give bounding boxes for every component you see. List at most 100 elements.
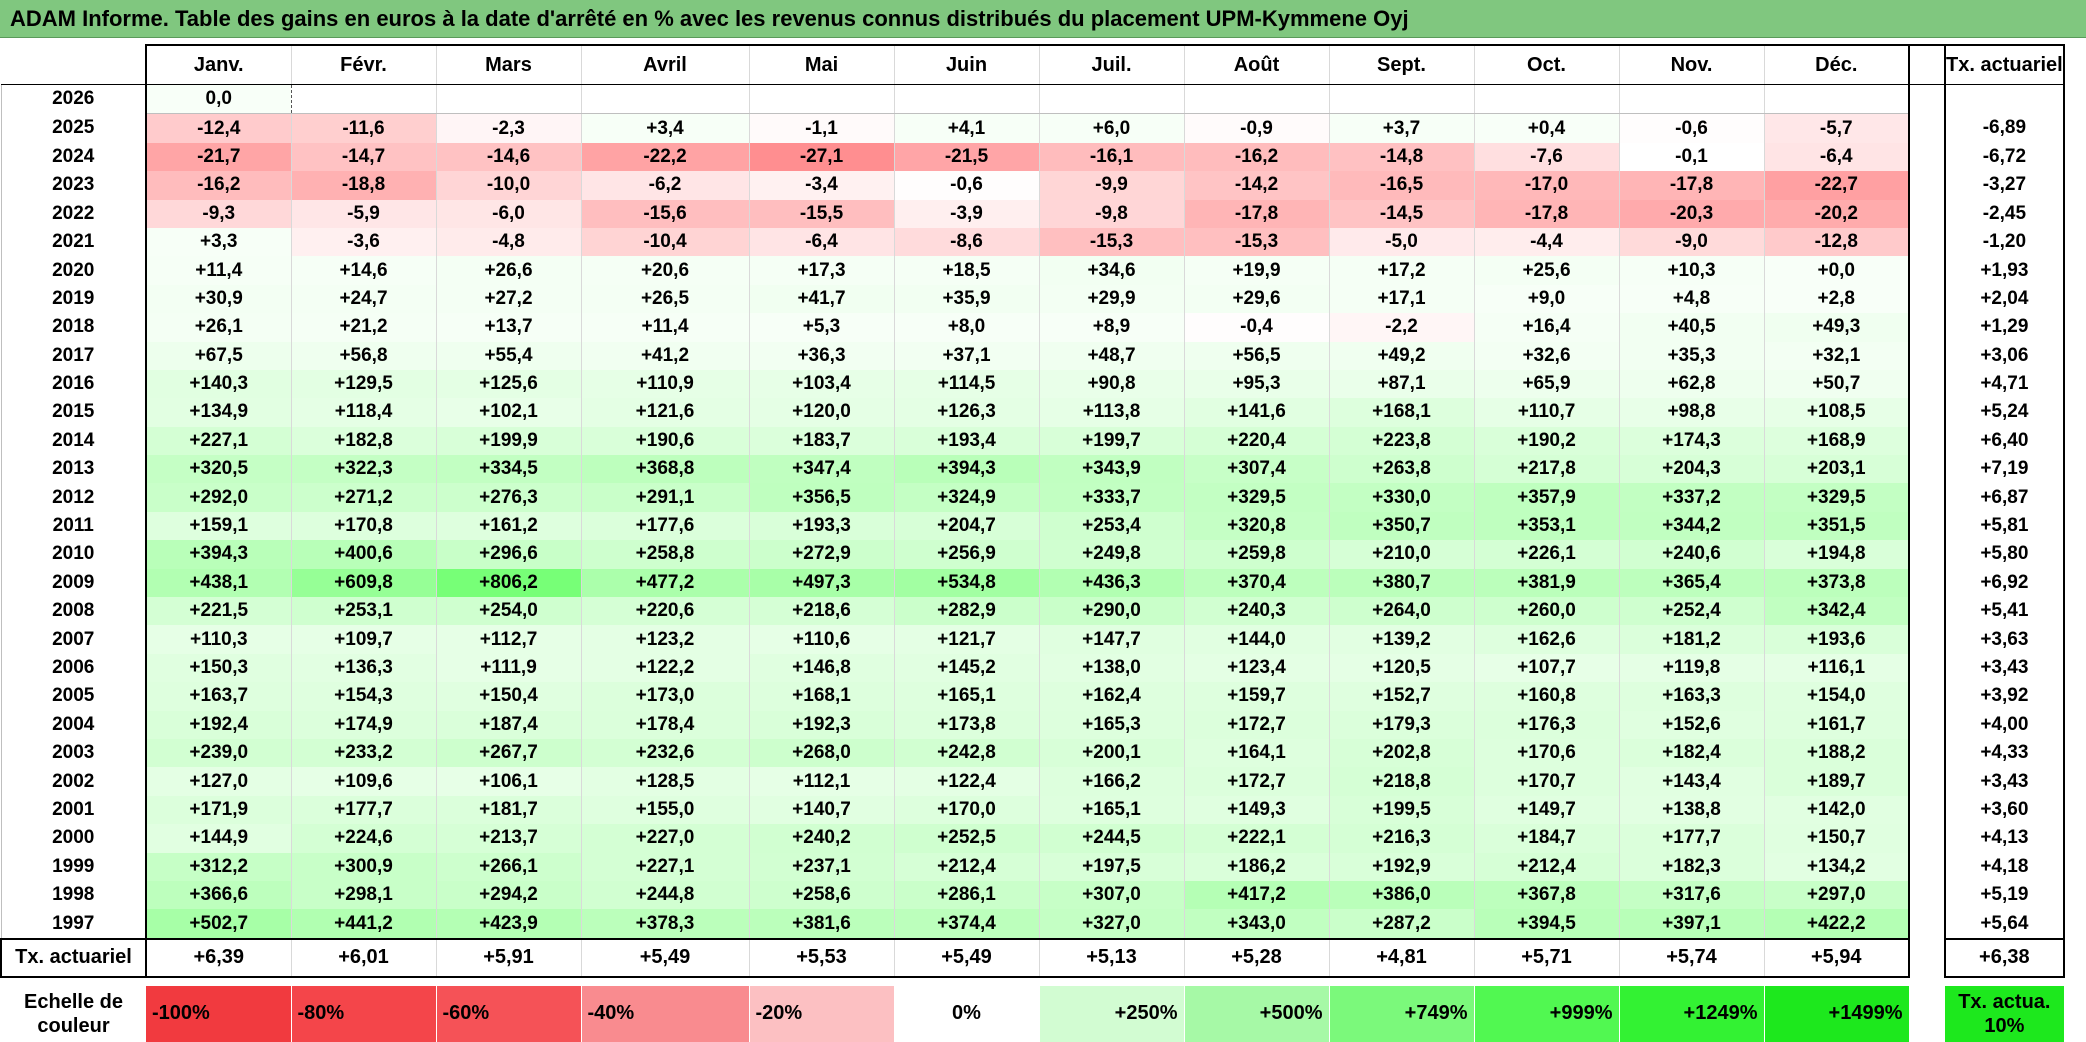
gain-cell: +49,3 (1764, 313, 1910, 342)
year-label: 2015 (0, 398, 147, 427)
gain-cell: +178,4 (581, 710, 750, 739)
tx-month-value: +5,28 (1184, 937, 1330, 978)
gain-cell: +17,2 (1329, 256, 1475, 285)
gain-cell: +222,1 (1184, 824, 1330, 853)
gain-cell: +41,7 (749, 284, 895, 314)
gain-cell: +317,6 (1619, 880, 1765, 910)
year-row: 2013 +320,5 +322,3 +334,5 +368,8 +347,4 +394,3… (0, 455, 2065, 484)
gain-cell: +161,2 (436, 511, 582, 541)
gain-cell: +36,3 (749, 341, 895, 370)
gain-cell: +165,1 (894, 682, 1040, 711)
year-row: 2010 +394,3 +400,6 +296,6 +258,8 +272,9 +256,9… (0, 540, 2065, 569)
gain-cell: +294,2 (436, 880, 582, 910)
gain-cell (1619, 83, 1765, 115)
gap-cell (1909, 398, 1945, 427)
gain-cell: +113,8 (1039, 398, 1185, 427)
gain-cell: +256,9 (894, 540, 1040, 569)
gain-cell: +221,5 (146, 597, 292, 626)
tx-value: +3,43 (1944, 653, 2065, 683)
gain-cell: +122,2 (581, 653, 750, 683)
gain-cell: +350,7 (1329, 511, 1475, 541)
gap-cell (1909, 455, 1945, 484)
year-label: 2026 (0, 84, 147, 114)
gain-cell: +242,8 (894, 738, 1040, 768)
gain-cell: -0,9 (1184, 113, 1330, 143)
gain-cell: +203,1 (1764, 455, 1910, 484)
tx-total-value: +6,38 (1944, 937, 2065, 978)
year-row: 2008 +221,5 +253,1 +254,0 +220,6 +218,6 +282,9… (0, 597, 2065, 626)
year-row: 2011 +159,1 +170,8 +161,2 +177,6 +193,3 +204,7… (0, 511, 2065, 541)
gain-cell: -14,5 (1329, 199, 1475, 228)
gain-cell: +266,1 (436, 852, 582, 881)
gap-cell (1909, 511, 1945, 541)
gain-cell: +422,2 (1764, 909, 1910, 939)
scale-swatch: -60% (436, 985, 582, 1042)
gain-cell: -16,5 (1329, 171, 1475, 200)
year-row: 2021 +3,3 -3,6 -4,8 -10,4 -6,4 -8,6 -15,3 -15,3-… (0, 227, 2065, 257)
gain-cell: -10,4 (581, 227, 750, 257)
gain-cell: -0,6 (894, 171, 1040, 200)
gain-cell: +177,7 (291, 795, 437, 825)
tx-month-value: +5,49 (581, 937, 750, 978)
gain-cell: +168,1 (1329, 398, 1475, 427)
gain-cell: +320,8 (1184, 511, 1330, 541)
gain-cell: +139,2 (1329, 625, 1475, 654)
gain-cell: -3,9 (894, 199, 1040, 228)
gain-cell: +357,9 (1474, 483, 1620, 512)
gain-cell: +344,2 (1619, 511, 1765, 541)
gain-cell: -6,0 (436, 199, 582, 228)
tx-value: +3,06 (1944, 341, 2065, 370)
gap-cell (1909, 568, 1945, 598)
gain-cell: +17,3 (749, 256, 895, 285)
gain-cell: +181,7 (436, 795, 582, 825)
gain-cell: +3,7 (1329, 113, 1475, 143)
gain-cell: +111,9 (436, 653, 582, 683)
gain-cell: -15,3 (1184, 227, 1330, 257)
year-label: 2021 (0, 227, 147, 257)
gain-cell: +109,6 (291, 767, 437, 796)
gain-cell: -3,6 (291, 227, 437, 257)
gain-cell: +342,4 (1764, 597, 1910, 626)
gain-cell: +26,6 (436, 256, 582, 285)
gain-cell: +258,8 (581, 540, 750, 569)
gain-cell (581, 83, 750, 115)
year-label: 2024 (0, 142, 147, 172)
gain-cell: +112,7 (436, 625, 582, 654)
gap-cell (1909, 653, 1945, 683)
gain-cell: +264,0 (1329, 597, 1475, 626)
gain-cell: +163,7 (146, 682, 292, 711)
gain-cell: +143,4 (1619, 767, 1765, 796)
year-row: 1997 +502,7 +441,2 +423,9 +378,3 +381,6 +374,4… (0, 909, 2065, 939)
tx-month-value: +5,91 (436, 937, 582, 978)
gain-cell: +297,0 (1764, 880, 1910, 910)
gain-cell (1764, 83, 1910, 115)
gain-cell: +271,2 (291, 483, 437, 512)
gain-cell: -0,4 (1184, 313, 1330, 342)
report-title: ADAM Informe. Table des gains en euros à… (0, 0, 2086, 38)
gap-cell (1909, 795, 1945, 825)
gain-cell: -4,4 (1474, 227, 1620, 257)
year-label: 2013 (0, 455, 147, 484)
gain-cell: +152,6 (1619, 710, 1765, 739)
gain-cell: +0,4 (1474, 113, 1620, 143)
gain-cell: -11,6 (291, 113, 437, 143)
gain-cell: +186,2 (1184, 852, 1330, 881)
gain-cell: -9,8 (1039, 199, 1185, 228)
tx-value: +7,19 (1944, 455, 2065, 484)
gain-cell: +21,2 (291, 313, 437, 342)
tx-value: +3,60 (1944, 795, 2065, 825)
gain-cell: +177,6 (581, 511, 750, 541)
gain-cell: +272,9 (749, 540, 895, 569)
gap-cell (1909, 682, 1945, 711)
gain-cell: +227,1 (581, 852, 750, 881)
year-label: 2011 (0, 511, 147, 541)
tx-value: +1,29 (1944, 313, 2065, 342)
gain-cell: +227,0 (581, 824, 750, 853)
gain-cell: +120,0 (749, 398, 895, 427)
gain-cell: +8,9 (1039, 313, 1185, 342)
gain-cell: +140,7 (749, 795, 895, 825)
gain-cell: -15,6 (581, 199, 750, 228)
gain-cell: -18,8 (291, 171, 437, 200)
gain-cell: +50,7 (1764, 369, 1910, 399)
gap-cell (1909, 738, 1945, 768)
